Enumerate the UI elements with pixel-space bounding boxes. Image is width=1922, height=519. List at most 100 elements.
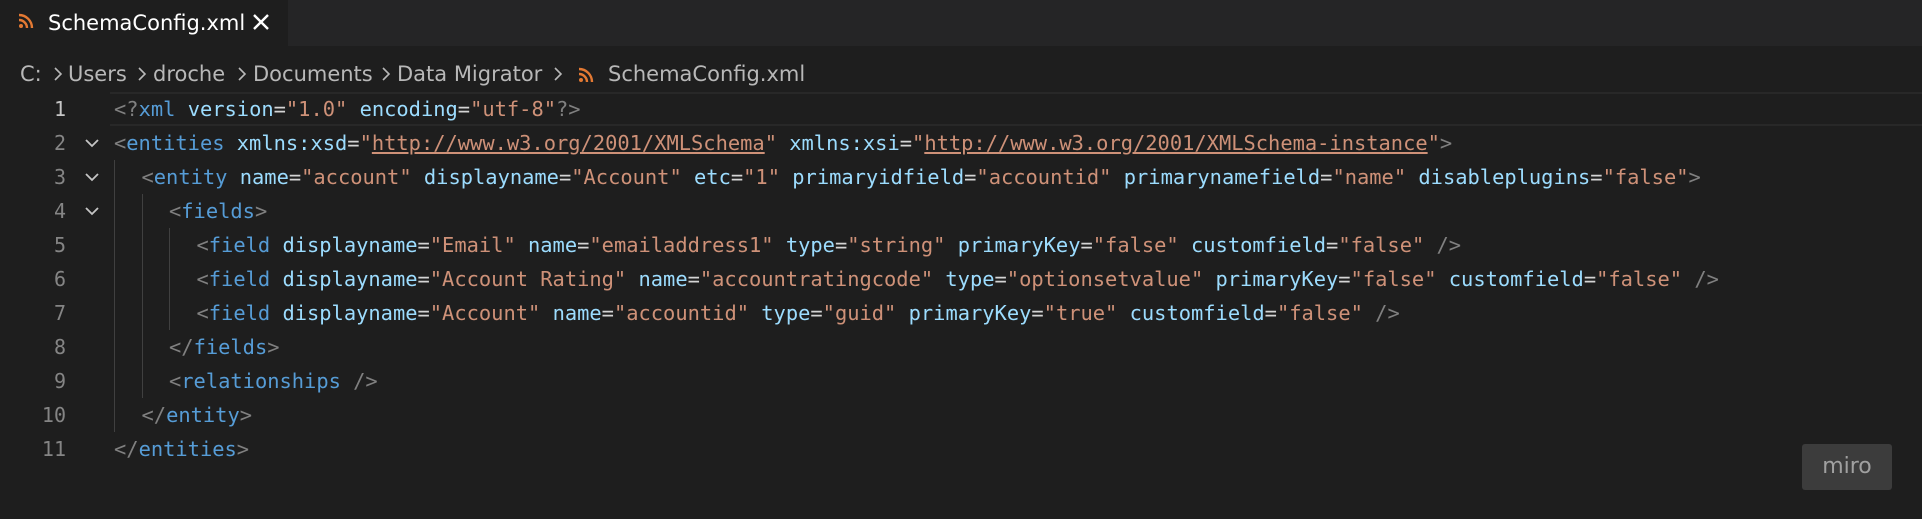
indent-guide — [141, 262, 143, 296]
code-token: "account" — [301, 165, 412, 189]
indent-guide — [114, 194, 115, 228]
code-token: = — [558, 165, 572, 189]
code-text: <entities xmlns:xsd="http://www.w3.org/2… — [114, 126, 1452, 160]
code-token: /> — [353, 369, 378, 393]
indent-guide — [114, 160, 115, 194]
code-token: "false" — [1596, 267, 1683, 291]
code-token: "Account" — [571, 165, 682, 189]
indent-guide — [114, 296, 115, 330]
code-line[interactable]: 5 <field displayname="Email" name="emaila… — [0, 228, 1922, 262]
code-token: = — [899, 131, 913, 155]
indent-guide — [114, 364, 115, 398]
code-token: > — [236, 437, 250, 461]
code-token: </ — [141, 403, 167, 427]
breadcrumb: C: Users droche Documents Data Migrator … — [0, 58, 1922, 90]
code-text: <fields> — [169, 194, 267, 228]
code-link[interactable]: http://www.w3.org/2001/XMLSchema-instanc… — [924, 131, 1427, 155]
code-editor[interactable]: 1 <?xml version="1.0" encoding="utf-8"?> 2… — [0, 92, 1922, 519]
code-link[interactable]: http://www.w3.org/2001/XMLSchema — [372, 131, 765, 155]
indent-guide — [141, 296, 143, 330]
code-line[interactable]: 4 <fields> — [0, 194, 1922, 228]
code-token: = — [457, 97, 471, 121]
breadcrumb-item-drive[interactable]: C: — [20, 58, 42, 90]
code-text: <?xml version="1.0" encoding="utf-8"?> — [114, 92, 581, 126]
code-token: customfield — [1129, 301, 1265, 325]
code-line[interactable]: 3 <entity name="account" displayname="Acc… — [0, 160, 1922, 194]
code-line[interactable]: 2 <entities xmlns:xsd="http://www.w3.org/… — [0, 126, 1922, 160]
code-token: xmlns:xsi — [789, 131, 900, 155]
code-token: ?> — [556, 97, 581, 121]
code-token: etc — [694, 165, 731, 189]
code-token: field — [208, 301, 271, 325]
line-number: 9 — [53, 369, 66, 393]
code-token: "emailaddress1" — [589, 233, 774, 257]
chevron-down-icon[interactable] — [84, 172, 100, 182]
code-token: xmlns:xsd — [236, 131, 348, 155]
code-token: = — [417, 301, 430, 325]
breadcrumb-item-file[interactable]: SchemaConfig.xml — [608, 58, 805, 90]
tab-schemaconfig[interactable]: SchemaConfig.xml — [0, 0, 288, 46]
code-token: = — [1583, 267, 1597, 291]
code-token: /> — [1694, 267, 1719, 291]
code-line[interactable]: 10 </entity> — [0, 398, 1922, 432]
indent-guide — [141, 364, 143, 398]
code-token: primaryidfield — [792, 165, 965, 189]
line-number: 8 — [53, 335, 66, 359]
code-token: "1.0" — [285, 97, 348, 121]
code-token: < — [196, 233, 209, 257]
chevron-right-icon — [382, 67, 391, 81]
code-token: /> — [1436, 233, 1462, 257]
indent-guide — [141, 330, 143, 364]
indent-guide — [141, 194, 143, 228]
code-token: name — [528, 233, 578, 257]
code-token: disableplugins — [1418, 165, 1591, 189]
breadcrumb-item-users[interactable]: Users — [68, 58, 127, 90]
code-line[interactable]: 8 </fields> — [0, 330, 1922, 364]
code-token: fields — [193, 335, 268, 359]
close-icon[interactable] — [248, 9, 274, 35]
code-line[interactable]: 1 <?xml version="1.0" encoding="utf-8"?> — [0, 92, 1922, 126]
code-token: " — [912, 131, 925, 155]
code-line[interactable]: 7 <field displayname="Account" name="acco… — [0, 296, 1922, 330]
code-line[interactable]: 6 <field displayname="Account Rating" nam… — [0, 262, 1922, 296]
code-token: = — [1264, 301, 1277, 325]
breadcrumb-item-documents[interactable]: Documents — [253, 58, 373, 90]
code-token: entities — [126, 131, 225, 155]
breadcrumb-item-droche[interactable]: droche — [153, 58, 225, 90]
code-line[interactable]: 9 <relationships /> — [0, 364, 1922, 398]
indent-guide — [114, 330, 115, 364]
code-token: name — [239, 165, 289, 189]
code-token: < — [196, 301, 209, 325]
line-number: 1 — [53, 97, 66, 121]
indent-guide — [114, 262, 115, 296]
chevron-down-icon[interactable] — [84, 138, 100, 148]
code-line[interactable]: 11 </entities> — [0, 432, 1922, 466]
indent-guide — [141, 228, 143, 262]
code-token: primaryKey — [908, 301, 1032, 325]
code-token: relationships — [181, 369, 341, 393]
code-token: = — [417, 267, 430, 291]
code-text: <field displayname="Account" name="accou… — [197, 296, 1400, 330]
code-token: " — [764, 131, 777, 155]
code-text: <field displayname="Email" name="emailad… — [197, 228, 1462, 262]
code-token: displayname — [282, 301, 418, 325]
chevron-down-icon[interactable] — [84, 206, 100, 216]
code-token: "accountid" — [613, 301, 749, 325]
breadcrumb-item-data-migrator[interactable]: Data Migrator — [397, 58, 542, 90]
code-token: < — [169, 369, 182, 393]
code-token: "guid" — [822, 301, 897, 325]
